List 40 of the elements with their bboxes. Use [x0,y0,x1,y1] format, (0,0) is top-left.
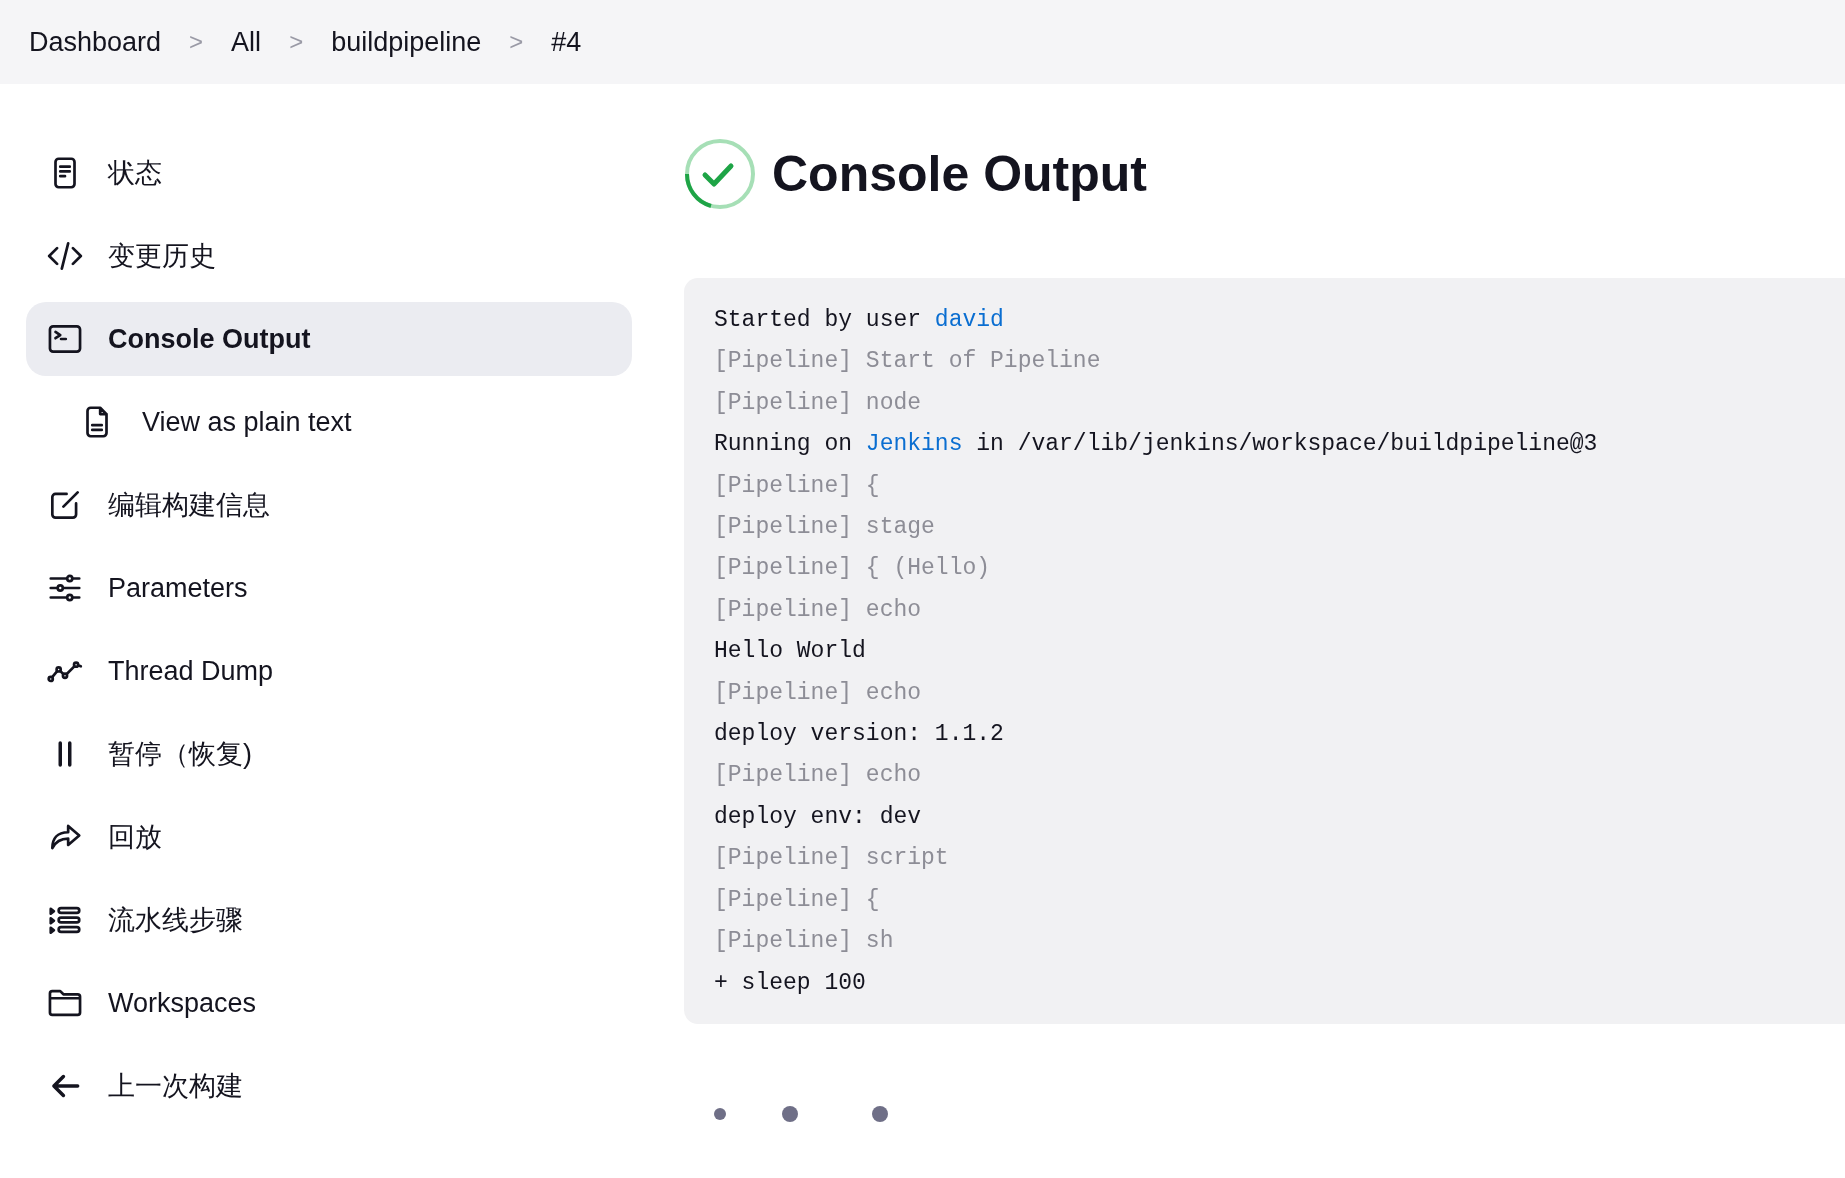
sidebar-item[interactable]: 变更历史 [26,219,632,293]
console-line: [Pipeline] echo [714,678,922,708]
breadcrumb-link[interactable]: Dashboard [29,26,162,58]
console-line: [Pipeline] { [714,885,880,915]
sidebar-item[interactable]: View as plain text [26,385,632,459]
sidebar-item[interactable]: 状态 [26,136,632,210]
console-line: + sleep 100 [714,968,866,998]
console-link[interactable]: david [934,307,1004,333]
chevron-icon: > [289,28,304,56]
console-line: [Pipeline] { [714,471,880,501]
console-line: deploy env: dev [714,802,922,832]
sidebar-item[interactable]: 上一次构建 [26,1049,632,1123]
sidebar-item[interactable]: 回放 [26,800,632,874]
sidebar-item[interactable]: 流水线步骤 [26,883,632,957]
console-line: Started by user david [714,306,1004,335]
breadcrumb-link[interactable]: buildpipeline [331,26,482,58]
chevron-icon: > [189,28,204,56]
sidebar-item[interactable]: 编辑构建信息 [26,468,632,542]
console-line: Hello World [714,637,866,667]
chevron-icon: > [509,28,524,56]
console-line: [Pipeline] echo [714,595,922,625]
console-link[interactable]: Jenkins [865,431,963,458]
console-line: [Pipeline] sh [714,927,894,957]
sidebar-item[interactable]: 暂停（恢复) [26,717,632,791]
sidebar-item[interactable]: Console Output [26,302,632,376]
console-line: deploy version: 1.1.2 [714,720,1004,750]
breadcrumb-link[interactable]: All [231,26,262,58]
console-line: [Pipeline] echo [714,761,922,791]
console-line: Running on Jenkins in /var/lib/jenkins/workspace/buildpipeline@3 [714,430,1598,460]
breadcrumb-link[interactable]: #4 [551,26,582,58]
page-title: Console Output [772,145,1147,203]
console-line: [Pipeline] stage [714,513,935,543]
sidebar-item[interactable]: Thread Dump [26,634,632,708]
console-line: [Pipeline] node [714,388,922,418]
console-line: [Pipeline] script [714,844,949,874]
sidebar-item[interactable]: Parameters [26,551,632,625]
console-line: [Pipeline] { (Hello) [714,554,991,584]
status-check-icon [684,138,756,210]
console-line: [Pipeline] Start of Pipeline [714,347,1101,377]
sidebar-item[interactable]: Workspaces [26,966,632,1040]
